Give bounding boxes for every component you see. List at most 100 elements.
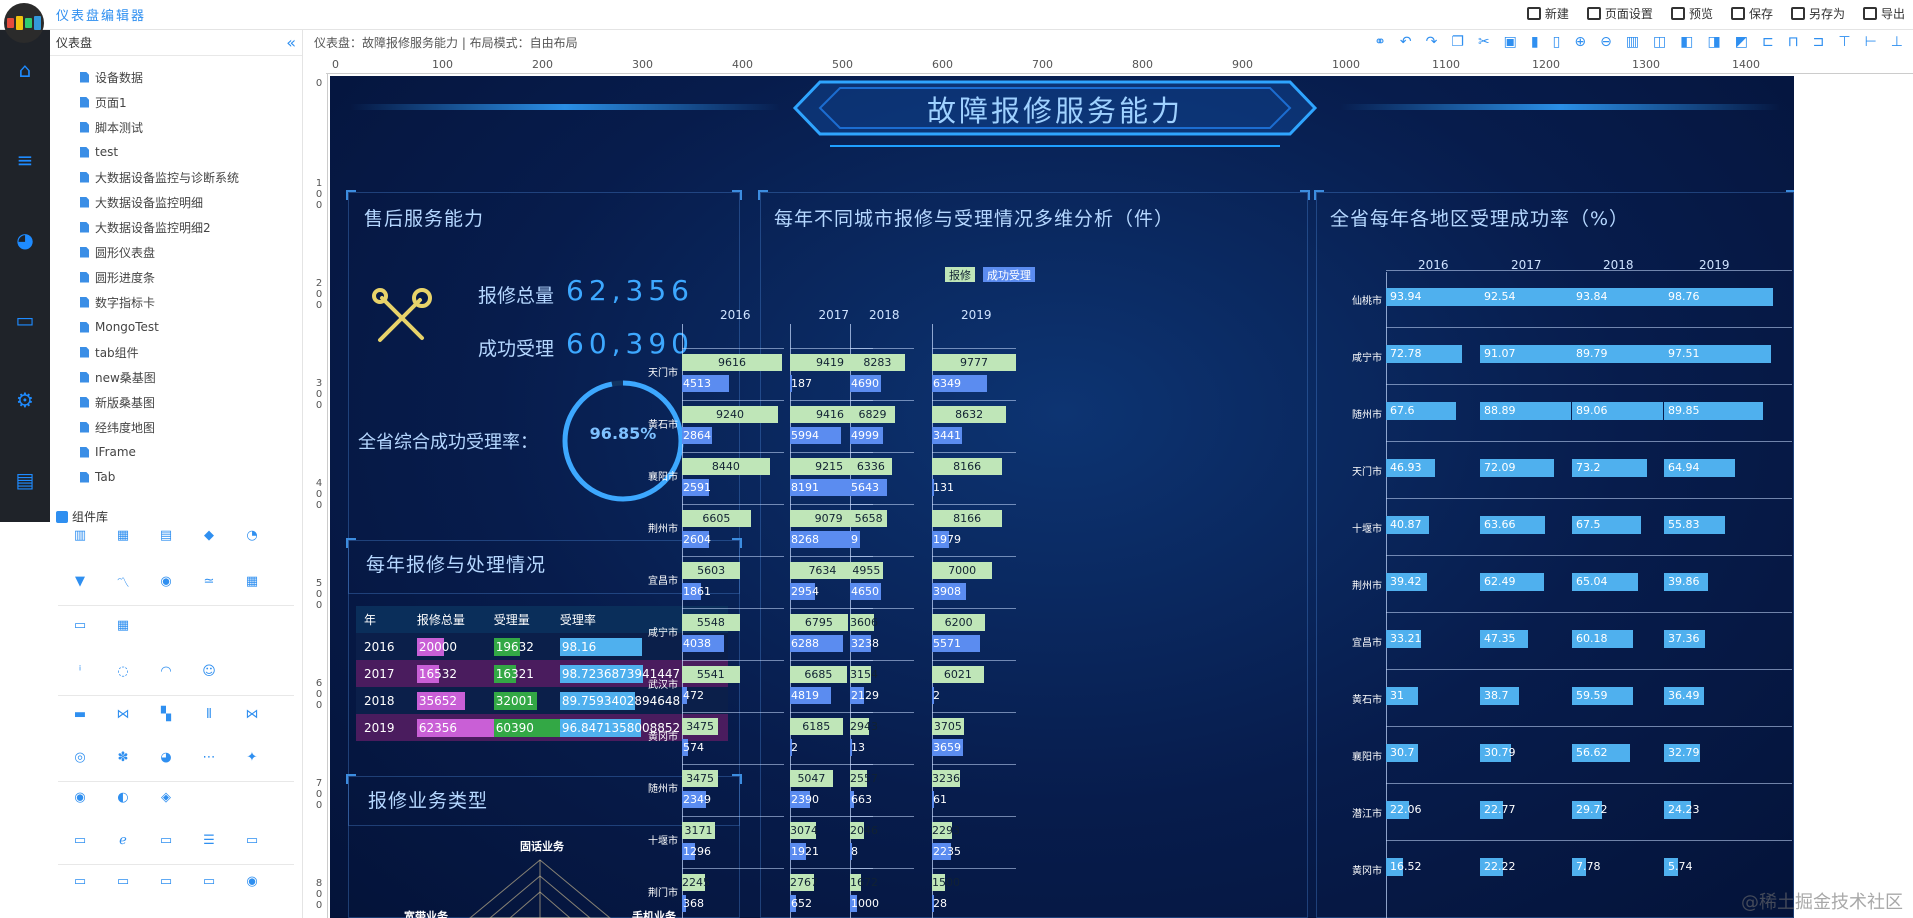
design-canvas[interactable]: 故障报修服务能力 售后服务能力 报修总量 62,356 成功受理 60,390 … [330,76,1794,918]
copy-icon[interactable]: ❐ [1451,34,1464,50]
chart-bar-rate[interactable]: 97.51 [1664,345,1772,363]
chart-bar-repair[interactable]: 5603 [682,562,741,579]
chart-bar-repair[interactable]: 9777 [932,354,1017,371]
send-back-icon[interactable]: ◨ [1708,34,1721,50]
group-icon[interactable]: ◩ [1735,34,1748,50]
chart-bar-repair[interactable]: 3475 [682,718,719,735]
chart-bar-rate[interactable]: 88.89 [1480,402,1571,420]
tree-item[interactable]: 大数据设备监控与诊断系统 [80,166,239,188]
tree-item[interactable]: 页面1 [80,91,127,113]
chart-bar-rate[interactable]: 38.7 [1480,687,1520,705]
paste-icon[interactable]: ▣ [1504,34,1517,50]
panel-city-analysis[interactable] [760,192,1308,918]
component-icon[interactable]: ▦ [242,571,262,591]
chart-bar-rate[interactable]: 7.78 [1572,858,1601,876]
component-icon[interactable]: ▭ [199,871,219,891]
tree-item[interactable]: test [80,141,118,163]
component-icon[interactable]: ▚ [156,704,176,724]
chart-bar-accepted[interactable]: 4690 [850,375,881,392]
chart-bar-repair[interactable]: 3705 [932,718,964,735]
chart-bar-accepted[interactable]: 4513 [682,375,729,392]
chart-bar-repair[interactable]: 6685 [790,666,847,683]
component-icon[interactable]: ⋈ [242,704,262,724]
chart-bar-accepted[interactable]: 13 [850,739,865,756]
tree-item[interactable]: MongoTest [80,316,159,338]
component-icon[interactable]: ☰ [199,830,219,850]
component-icon[interactable]: ▭ [113,871,133,891]
component-icon[interactable]: ▭ [70,871,90,891]
chart-bar-repair[interactable]: 7634 [790,562,855,579]
chart-bar-repair[interactable]: 2943 [850,718,878,735]
component-icon[interactable]: ◎ [70,747,90,767]
component-icon[interactable]: ◈ [156,787,176,807]
component-icon[interactable]: ◉ [70,787,90,807]
tree-item[interactable]: 经纬度地图 [80,416,155,438]
chart-bar-accepted[interactable]: 652 [790,895,812,912]
delete-icon[interactable]: ▥ [1626,34,1639,50]
chart-bar-repair[interactable]: 3154 [850,666,878,683]
chart-bar-rate[interactable]: 31 [1386,687,1419,705]
chart-bar-rate[interactable]: 29.72 [1572,801,1608,819]
chart-bar-accepted[interactable]: 2235 [932,843,961,860]
component-icon[interactable]: ◕ [156,747,176,767]
component-icon[interactable]: ▤ [156,525,176,545]
chart-bar-rate[interactable]: 40.87 [1386,516,1429,534]
chart-bar-accepted[interactable]: 1979 [932,531,961,548]
component-icon[interactable]: ℯ [113,830,133,850]
chart-bar-accepted[interactable]: 3908 [932,583,966,600]
chart-bar-accepted[interactable]: 663 [850,791,872,808]
tree-item[interactable]: 数字指标卡 [80,291,155,313]
bring-front-icon[interactable]: ◧ [1680,34,1693,50]
layer-icon[interactable]: ◫ [1653,34,1666,50]
align-top-icon[interactable]: ⊤ [1838,34,1850,50]
chart-bar-rate[interactable]: 72.78 [1386,345,1462,363]
chart-bar-accepted[interactable]: 4038 [682,635,724,652]
component-icon[interactable]: ▭ [242,830,262,850]
tree-item[interactable]: new桑基图 [80,366,156,388]
unlock-icon[interactable]: ▯ [1553,34,1561,50]
chart-bar-rate[interactable]: 46.93 [1386,459,1435,477]
chart-bar-rate[interactable]: 36.49 [1664,687,1705,705]
chart-bar-repair[interactable]: 1672 [850,874,878,891]
tree-item[interactable]: tab组件 [80,341,139,363]
chart-bar-repair[interactable]: 2557 [850,770,878,787]
component-icon[interactable]: ◉ [156,571,176,591]
component-icon[interactable]: ⁱ [70,661,90,681]
align-right-icon[interactable]: ⊐ [1813,34,1825,50]
chart-bar-accepted[interactable]: 4819 [790,687,831,704]
chart-bar-rate[interactable]: 89.79 [1572,345,1664,363]
chart-bar-accepted[interactable]: 4999 [850,427,883,444]
component-icon[interactable]: ✽ [113,747,133,767]
component-icon[interactable]: ▬ [70,704,90,724]
component-icon[interactable]: ▦ [113,525,133,545]
chart-bar-repair[interactable]: 6336 [850,458,892,475]
tree-item[interactable]: 脚本测试 [80,116,143,138]
chart-bar-accepted[interactable]: 1000 [850,895,879,912]
chart-bar-repair[interactable]: 5047 [790,770,833,787]
toolbar-button-3[interactable]: 保存 [1730,5,1773,22]
chart-bar-accepted[interactable]: 187 [790,375,812,392]
chart-bar-rate[interactable]: 62.49 [1480,573,1544,591]
chart-bar-rate[interactable]: 73.2 [1572,459,1647,477]
toolbar-button-5[interactable]: 导出 [1862,5,1905,22]
chart-bar-accepted[interactable]: 4650 [850,583,881,600]
chart-bar-repair[interactable]: 6200 [932,614,986,631]
chart-bar-repair[interactable]: 3171 [682,822,715,839]
chart-bar-repair[interactable]: 3606 [850,614,878,631]
tree-item[interactable]: 大数据设备监控明细2 [80,216,211,238]
align-middle-icon[interactable]: ⊢ [1865,34,1877,50]
chart-bar-repair[interactable]: 7000 [932,562,993,579]
chart-bar-rate[interactable]: 89.85 [1664,402,1763,420]
chart-bar-rate[interactable]: 32.79 [1664,744,1701,762]
chart-bar-repair[interactable]: 9616 [682,354,782,371]
component-icon[interactable]: ▥ [70,525,90,545]
chart-bar-repair[interactable]: 5548 [682,614,740,631]
chart-bar-repair[interactable]: 4955 [850,562,883,579]
chart-bar-accepted[interactable]: 6288 [790,635,844,652]
chart-bar-repair[interactable]: 6829 [850,406,896,423]
component-icon[interactable]: ≃ [199,571,219,591]
cut-icon[interactable]: ✂ [1478,34,1490,50]
component-icon[interactable]: ◉ [242,871,262,891]
toolbar-button-4[interactable]: 另存为 [1790,5,1845,22]
component-icon[interactable]: ⦀ [199,704,219,724]
